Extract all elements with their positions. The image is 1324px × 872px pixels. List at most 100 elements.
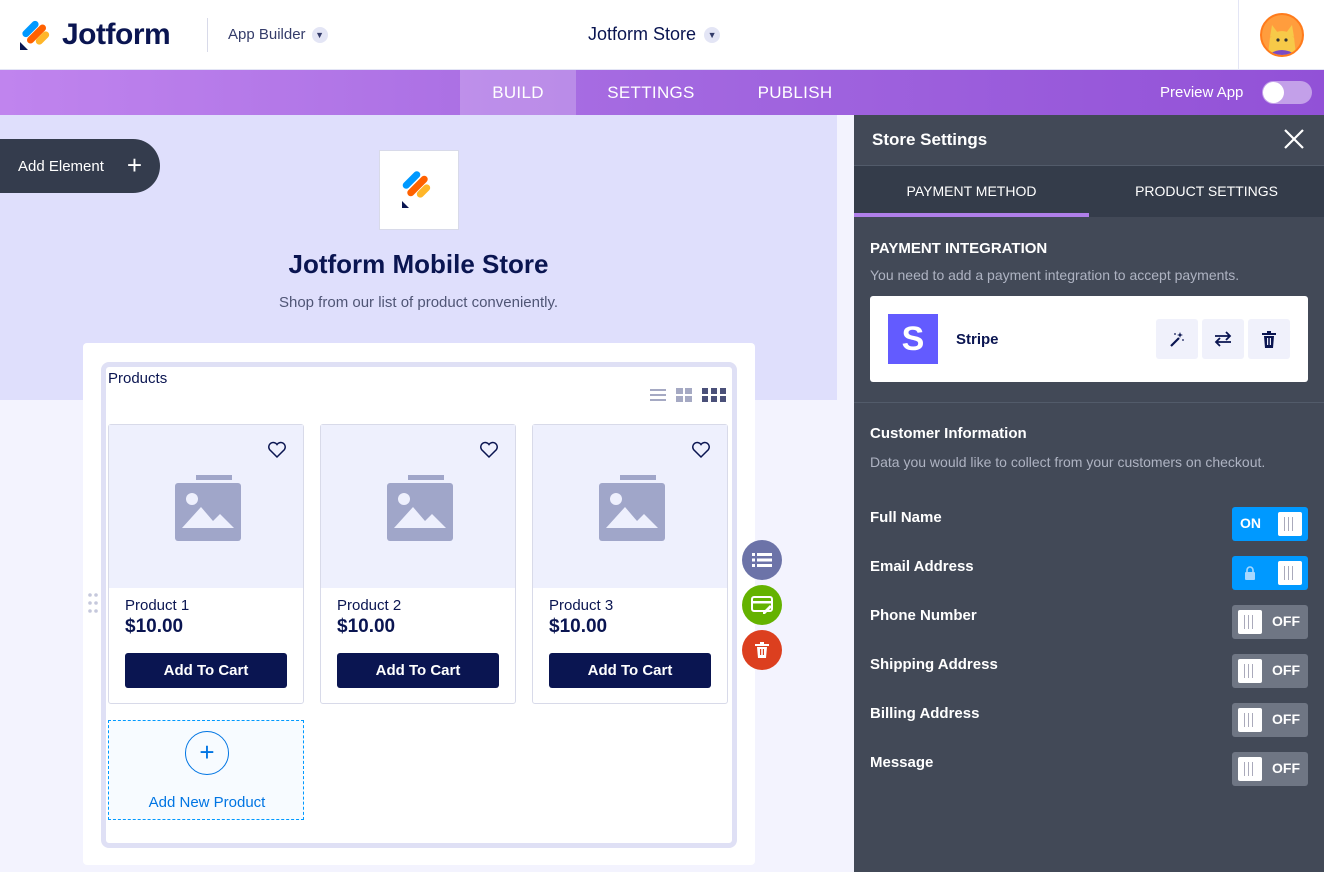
drag-handle-icon[interactable]: [87, 592, 99, 614]
brand-name: Jotform: [62, 18, 171, 51]
jotform-logo-icon: [402, 171, 431, 208]
heart-icon[interactable]: [479, 441, 499, 459]
tab-payment-method[interactable]: PAYMENT METHOD: [854, 166, 1089, 217]
product-price: $10.00: [125, 616, 184, 637]
full-name-toggle[interactable]: ON: [1232, 507, 1308, 541]
product-name: Product 1: [125, 597, 190, 614]
change-payment-button[interactable]: [1202, 319, 1244, 359]
panel-divider: [854, 402, 1324, 403]
plus-circle-icon: +: [185, 731, 229, 775]
field-label: Email Address: [870, 558, 974, 575]
store-settings-panel: Store Settings PAYMENT METHOD PRODUCT SE…: [854, 115, 1324, 872]
add-to-cart-button[interactable]: Add To Cart: [337, 653, 499, 688]
field-label: Message: [870, 754, 934, 771]
grid-view-icon[interactable]: [676, 388, 692, 402]
payment-card-edit-icon: [751, 596, 773, 614]
toggle-state: OFF: [1272, 613, 1300, 629]
store-logo[interactable]: [379, 150, 459, 230]
header-divider: [207, 18, 208, 52]
product-list-settings-button[interactable]: [742, 540, 782, 580]
toggle-knob: [1238, 610, 1262, 634]
list-icon: [752, 553, 772, 567]
product-name: Product 2: [337, 597, 402, 614]
tab-publish[interactable]: PUBLISH: [740, 70, 850, 115]
close-icon[interactable]: [1282, 127, 1306, 151]
field-label: Phone Number: [870, 607, 977, 624]
add-element-label: Add Element: [18, 157, 104, 175]
compact-grid-view-icon[interactable]: [702, 388, 726, 402]
toggle-knob: [1238, 659, 1262, 683]
view-switcher: [650, 388, 726, 402]
customer-info-title: Customer Information: [870, 425, 1027, 442]
remove-payment-button[interactable]: [1248, 319, 1290, 359]
tab-settings[interactable]: SETTINGS: [590, 70, 712, 115]
panel-header: Store Settings: [854, 115, 1324, 166]
plus-icon: +: [126, 150, 142, 180]
chevron-down-icon: ▼: [311, 26, 328, 43]
store-settings-button[interactable]: [742, 585, 782, 625]
store-subtitle[interactable]: Shop from our list of product convenient…: [0, 294, 837, 311]
field-row-message: Message OFF: [870, 752, 1308, 787]
payment-integration-title: PAYMENT INTEGRATION: [870, 240, 1048, 257]
product-card[interactable]: Product 2 $10.00 Add To Cart: [320, 424, 516, 704]
heart-icon[interactable]: [691, 441, 711, 459]
payment-provider-name: Stripe: [956, 331, 999, 348]
avatar[interactable]: [1259, 13, 1304, 57]
add-to-cart-button[interactable]: Add To Cart: [125, 653, 287, 688]
products-label: Products: [108, 370, 168, 387]
add-element-button[interactable]: Add Element +: [0, 139, 160, 193]
field-label: Full Name: [870, 509, 942, 526]
tab-build[interactable]: BUILD: [460, 70, 576, 115]
top-header: Jotform App Builder ▼ Jotform Store ▼: [0, 0, 1324, 70]
user-menu[interactable]: [1238, 0, 1324, 70]
toggle-knob: [1263, 82, 1284, 103]
heart-icon[interactable]: [267, 441, 287, 459]
phone-number-toggle[interactable]: OFF: [1232, 605, 1308, 639]
store-name[interactable]: Jotform Mobile Store: [0, 249, 837, 280]
toggle-state: OFF: [1272, 662, 1300, 678]
preview-app-label: Preview App: [1160, 84, 1244, 101]
toggle-state: ON: [1240, 515, 1261, 531]
customer-info-subtitle: Data you would like to collect from your…: [870, 454, 1266, 470]
field-label: Shipping Address: [870, 656, 998, 673]
configure-payment-button[interactable]: [1156, 319, 1198, 359]
product-card[interactable]: Product 3 $10.00 Add To Cart: [532, 424, 728, 704]
product-name: Product 3: [549, 597, 614, 614]
list-view-icon[interactable]: [650, 388, 666, 402]
store-title-menu[interactable]: Jotform Store ▼: [588, 24, 721, 45]
builder-nav: BUILD SETTINGS PUBLISH Preview App: [0, 70, 1324, 115]
preview-app-toggle[interactable]: [1262, 81, 1312, 104]
toggle-state: OFF: [1272, 711, 1300, 727]
lock-icon: [1245, 566, 1255, 580]
trash-icon: [1262, 330, 1276, 348]
message-toggle[interactable]: OFF: [1232, 752, 1308, 786]
email-address-toggle[interactable]: [1232, 556, 1308, 590]
payment-integration-subtitle: You need to add a payment integration to…: [870, 267, 1240, 283]
app-builder-label: App Builder: [228, 26, 306, 43]
billing-address-toggle[interactable]: OFF: [1232, 703, 1308, 737]
field-row-phone: Phone Number OFF: [870, 605, 1308, 640]
toggle-knob: [1278, 512, 1302, 536]
app-builder-menu[interactable]: App Builder ▼: [228, 26, 328, 43]
toggle-state: OFF: [1272, 760, 1300, 776]
tab-product-settings[interactable]: PRODUCT SETTINGS: [1089, 166, 1324, 217]
add-new-product-label: Add New Product: [148, 794, 266, 811]
delete-element-button[interactable]: [742, 630, 782, 670]
field-row-full-name: Full Name ON: [870, 507, 1308, 542]
add-new-product-button[interactable]: + Add New Product: [108, 720, 304, 820]
add-to-cart-button[interactable]: Add To Cart: [549, 653, 711, 688]
chevron-down-icon: ▼: [704, 26, 721, 43]
field-row-email: Email Address: [870, 556, 1308, 591]
jotform-logo-icon: [20, 20, 50, 50]
jotform-logo[interactable]: Jotform: [18, 18, 171, 52]
field-label: Billing Address: [870, 705, 980, 722]
shipping-address-toggle[interactable]: OFF: [1232, 654, 1308, 688]
toggle-knob: [1238, 708, 1262, 732]
stripe-logo: S: [888, 314, 938, 364]
product-price: $10.00: [337, 616, 396, 637]
product-card[interactable]: Product 1 $10.00 Add To Cart: [108, 424, 304, 704]
panel-title: Store Settings: [872, 130, 988, 149]
avatar-cat-icon: [1261, 15, 1302, 55]
store-title-label: Jotform Store: [588, 24, 697, 44]
magic-wand-icon: [1170, 332, 1184, 347]
